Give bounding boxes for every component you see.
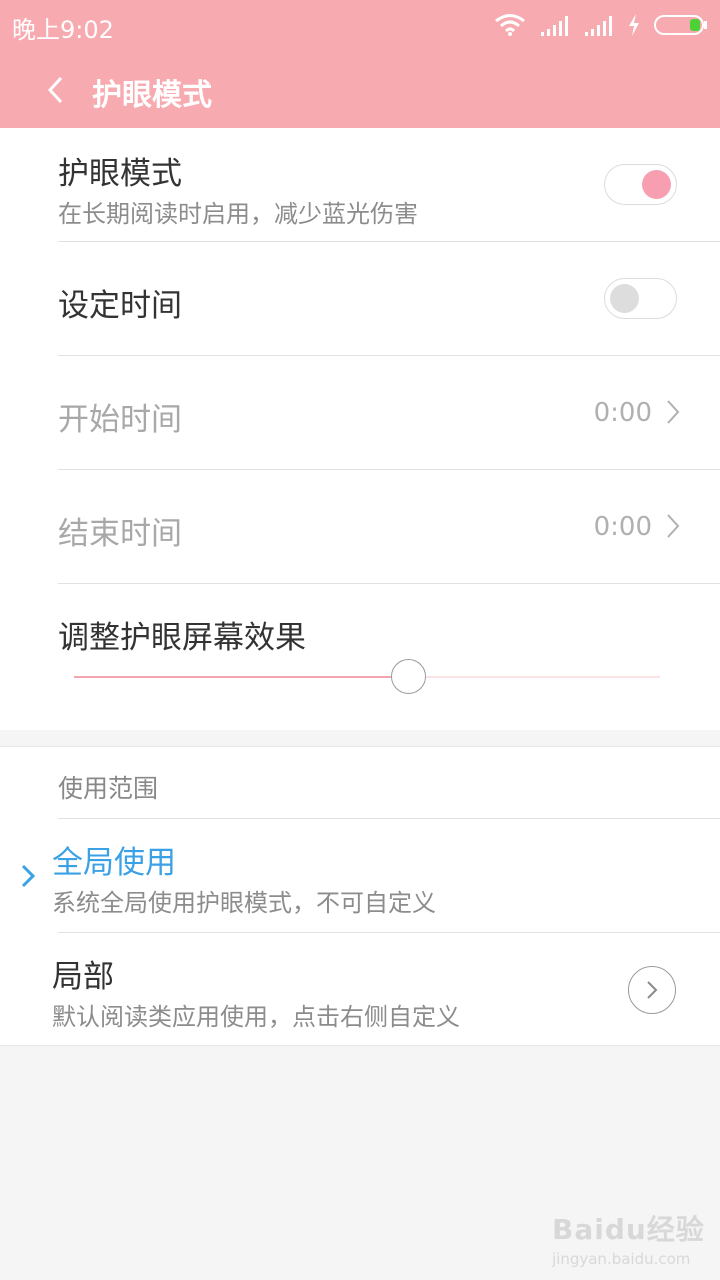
wifi-icon — [495, 14, 525, 36]
eye-mode-subtitle: 在长期阅读时启用，减少蓝光伤害 — [58, 200, 418, 228]
schedule-title: 设定时间 — [58, 288, 182, 324]
eye-mode-switch[interactable] — [604, 164, 677, 205]
global-subtitle: 系统全局使用护眼模式，不可自定义 — [52, 889, 436, 917]
switch-knob — [642, 170, 671, 199]
battery-icon — [654, 15, 707, 35]
chevron-right-icon — [667, 400, 680, 424]
switch-knob — [610, 284, 639, 313]
watermark-url: jingyan.baidu.com — [552, 1250, 691, 1268]
slider-fill — [74, 676, 409, 678]
settings-section: 护眼模式 在长期阅读时启用，减少蓝光伤害 设定时间 开始时间 0:00 结束时间… — [0, 128, 720, 730]
watermark-logo: Baidu经验 — [552, 1213, 705, 1246]
scope-option-global[interactable]: 全局使用 系统全局使用护眼模式，不可自定义 — [0, 819, 720, 933]
eye-mode-title: 护眼模式 — [58, 156, 182, 192]
scope-header: 使用范围 — [58, 774, 159, 803]
signal-icon — [585, 16, 612, 36]
end-time-title: 结束时间 — [58, 516, 182, 552]
customize-button[interactable] — [628, 966, 676, 1014]
signal-icon — [541, 16, 568, 36]
start-time-value: 0:00 — [593, 398, 652, 428]
title-bar: 护眼模式 — [0, 52, 720, 128]
slider-thumb[interactable] — [391, 659, 427, 694]
end-time-row[interactable]: 结束时间 0:00 — [0, 470, 720, 584]
selected-chevron-icon — [21, 864, 36, 888]
back-arrow-icon — [47, 76, 63, 104]
watermark: Baidu经验 jingyan.baidu.com — [552, 1208, 705, 1268]
end-time-value: 0:00 — [593, 512, 652, 542]
chevron-right-icon — [667, 514, 680, 538]
status-bar: 晚上9:02 — [0, 0, 720, 52]
start-time-row[interactable]: 开始时间 0:00 — [0, 356, 720, 470]
eye-mode-row[interactable]: 护眼模式 在长期阅读时启用，减少蓝光伤害 — [0, 128, 720, 242]
status-time: 晚上9:02 — [12, 16, 114, 44]
partial-title: 局部 — [52, 959, 114, 995]
start-time-title: 开始时间 — [58, 402, 182, 438]
chevron-right-icon — [647, 981, 658, 999]
back-button[interactable] — [30, 66, 80, 114]
effect-slider[interactable] — [74, 659, 660, 694]
status-icons — [494, 12, 708, 38]
scope-section: 使用范围 全局使用 系统全局使用护眼模式，不可自定义 局部 默认阅读类应用使用，… — [0, 746, 720, 1046]
effect-title: 调整护眼屏幕效果 — [58, 620, 306, 656]
global-title: 全局使用 — [52, 845, 176, 881]
schedule-switch[interactable] — [604, 278, 677, 319]
divider — [58, 583, 720, 584]
charging-icon — [629, 14, 639, 36]
scope-option-partial[interactable]: 局部 默认阅读类应用使用，点击右侧自定义 — [0, 933, 720, 1047]
page-title: 护眼模式 — [92, 78, 212, 113]
partial-subtitle: 默认阅读类应用使用，点击右侧自定义 — [52, 1003, 460, 1031]
schedule-row[interactable]: 设定时间 — [0, 242, 720, 356]
